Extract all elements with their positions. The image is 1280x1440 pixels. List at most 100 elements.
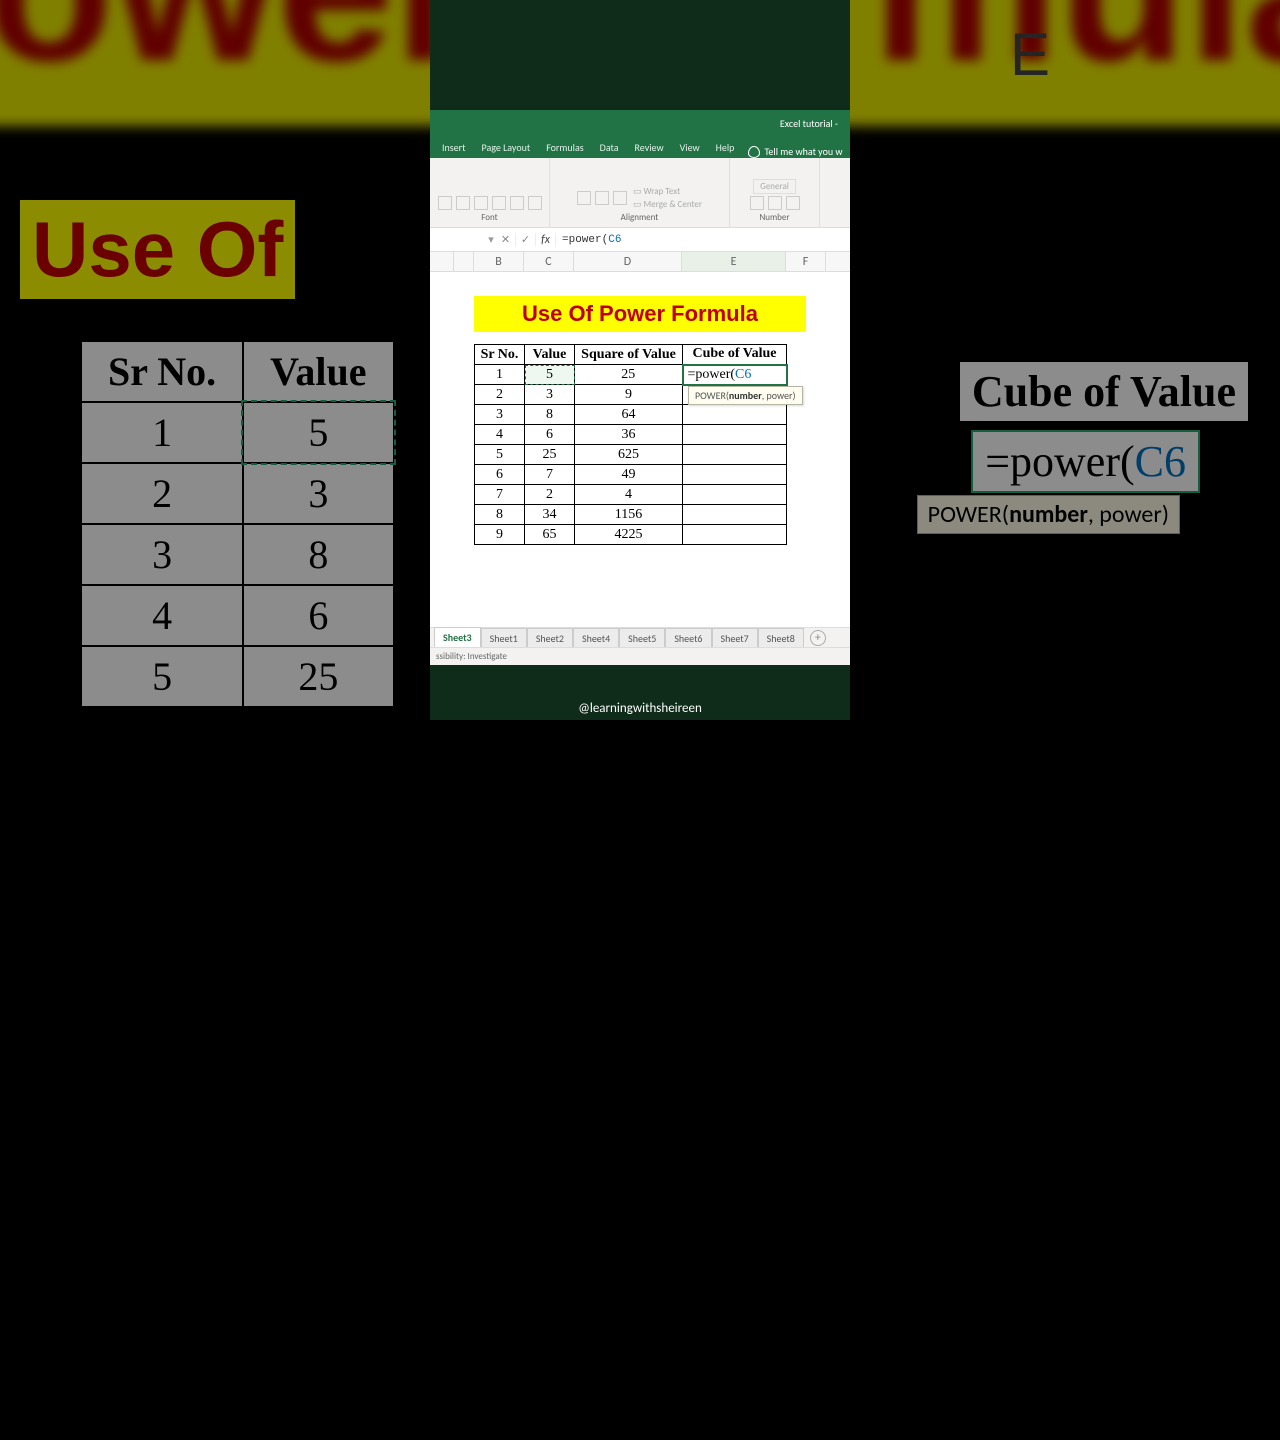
ribbon-group-number: General Number	[730, 158, 820, 227]
cell[interactable]: 3	[475, 405, 525, 425]
ribbon-tabs: Insert Page Layout Formulas Data Review …	[430, 136, 850, 158]
cell-c6-referenced[interactable]: 5	[525, 365, 575, 385]
ribbon-group-alignment: ▭ Wrap Text ▭ Merge & Center Alignment	[550, 158, 730, 227]
cell[interactable]: 6	[525, 425, 575, 445]
table-row: 3864	[475, 405, 787, 425]
col-header-C[interactable]: C	[524, 252, 574, 271]
tab-review[interactable]: Review	[627, 137, 672, 158]
cell[interactable]: 9	[575, 385, 683, 405]
phone-frame: Excel tutorial - Insert Page Layout Form…	[430, 0, 850, 720]
cell[interactable]	[683, 445, 787, 465]
cell[interactable]: 2	[525, 485, 575, 505]
bg-header-cube: Cube of Value	[958, 360, 1250, 423]
table-row: 724	[475, 485, 787, 505]
th-square: Square of Value	[575, 345, 683, 365]
font-controls[interactable]	[438, 196, 542, 210]
sheet-tab-sheet3[interactable]: Sheet3	[434, 627, 481, 648]
table-row: 525625	[475, 445, 787, 465]
wrap-text-button[interactable]: ▭ Wrap Text	[633, 186, 702, 197]
select-all-corner[interactable]	[430, 252, 454, 271]
cell[interactable]: 3	[525, 385, 575, 405]
cell[interactable]	[683, 505, 787, 525]
tell-me-label: Tell me what you w	[764, 145, 842, 158]
sheet-tab-sheet6[interactable]: Sheet6	[665, 628, 711, 648]
align-controls[interactable]	[577, 191, 627, 205]
tab-help[interactable]: Help	[708, 137, 743, 158]
cell[interactable]: 6	[475, 465, 525, 485]
table-row: 1 5 25 =power(C6	[475, 365, 787, 385]
status-bar: ssibility: Investigate	[430, 647, 850, 665]
cell[interactable]: 36	[575, 425, 683, 445]
sheet-tab-sheet8[interactable]: Sheet8	[758, 628, 804, 648]
tell-me-search[interactable]: Tell me what you w	[748, 145, 842, 158]
cell[interactable]: 2	[475, 385, 525, 405]
bg-col-E: E	[1010, 20, 1050, 89]
editing-cell[interactable]: =power(C6	[683, 365, 787, 385]
sheet-tab-sheet2[interactable]: Sheet2	[527, 628, 573, 648]
font-group-label: Font	[481, 212, 497, 223]
cell[interactable]: 4	[575, 485, 683, 505]
cell[interactable]: 8	[525, 405, 575, 425]
th-sr-no: Sr No.	[475, 345, 525, 365]
cell[interactable]: 4	[475, 425, 525, 445]
cell[interactable]	[683, 465, 787, 485]
cancel-formula-icon[interactable]: ✕	[496, 233, 516, 246]
cell[interactable]: 625	[575, 445, 683, 465]
enter-formula-icon[interactable]: ✓	[516, 233, 536, 246]
tab-view[interactable]: View	[672, 137, 708, 158]
number-format-dropdown[interactable]: General	[753, 179, 796, 194]
number-controls[interactable]	[750, 196, 800, 210]
excel-window: Excel tutorial - Insert Page Layout Form…	[430, 110, 850, 665]
bg-left-fragment: Use Of	[20, 200, 295, 299]
cell[interactable]: 49	[575, 465, 683, 485]
col-header-B[interactable]: B	[474, 252, 524, 271]
tab-data[interactable]: Data	[592, 137, 627, 158]
bg-formula-cell: =power(C6	[971, 430, 1200, 493]
cell[interactable]: 7	[475, 485, 525, 505]
merge-center-button[interactable]: ▭ Merge & Center	[633, 199, 702, 210]
bg-fn-tooltip: POWER(number, power)	[917, 495, 1180, 534]
cell[interactable]: 1156	[575, 505, 683, 525]
table-row: 6749	[475, 465, 787, 485]
name-box-dropdown-icon[interactable]: ▾	[486, 233, 496, 246]
cell[interactable]: 9	[475, 525, 525, 545]
title-banner: Use Of Power Formula	[474, 296, 806, 332]
cell[interactable]	[683, 525, 787, 545]
cell[interactable]: 7	[525, 465, 575, 485]
data-table: Sr No. Value Square of Value Cube of Val…	[474, 344, 788, 545]
worksheet-grid[interactable]: Use Of Power Formula Sr No. Value Square…	[430, 272, 850, 632]
sheet-tab-sheet5[interactable]: Sheet5	[619, 628, 665, 648]
cell[interactable]: 8	[475, 505, 525, 525]
formula-input[interactable]: =power(C6	[556, 234, 621, 246]
cell[interactable]: 1	[475, 365, 525, 385]
table-row: 8341156	[475, 505, 787, 525]
col-header-F[interactable]: F	[786, 252, 826, 271]
th-cube: Cube of Value	[683, 345, 787, 365]
tab-formulas[interactable]: Formulas	[538, 137, 591, 158]
bg-left-table: Sr No.Value 15 23 38 46 525	[80, 340, 395, 708]
cell[interactable]: 25	[575, 365, 683, 385]
col-header-D[interactable]: D	[574, 252, 682, 271]
fx-icon[interactable]: fx	[536, 233, 556, 247]
sheet-tab-sheet1[interactable]: Sheet1	[481, 628, 527, 648]
cell[interactable]: 4225	[575, 525, 683, 545]
alignment-group-label: Alignment	[621, 212, 659, 223]
tab-insert[interactable]: Insert	[434, 137, 474, 158]
sheet-tabs-bar: Sheet3 Sheet1 Sheet2 Sheet4 Sheet5 Sheet…	[430, 627, 850, 647]
new-sheet-button[interactable]: +	[810, 630, 826, 646]
sheet-tab-sheet7[interactable]: Sheet7	[712, 628, 758, 648]
bulb-icon	[748, 146, 760, 158]
col-header-A[interactable]	[454, 252, 474, 271]
column-headers: B C D E F	[430, 252, 850, 272]
cell[interactable]: 65	[525, 525, 575, 545]
cell[interactable]: 64	[575, 405, 683, 425]
tab-page-layout[interactable]: Page Layout	[474, 137, 539, 158]
cell[interactable]: 5	[475, 445, 525, 465]
cell[interactable]: 34	[525, 505, 575, 525]
cell[interactable]	[683, 425, 787, 445]
cell[interactable]: 25	[525, 445, 575, 465]
cell[interactable]	[683, 485, 787, 505]
cell[interactable]	[683, 405, 787, 425]
sheet-tab-sheet4[interactable]: Sheet4	[573, 628, 619, 648]
col-header-E[interactable]: E	[682, 252, 786, 271]
